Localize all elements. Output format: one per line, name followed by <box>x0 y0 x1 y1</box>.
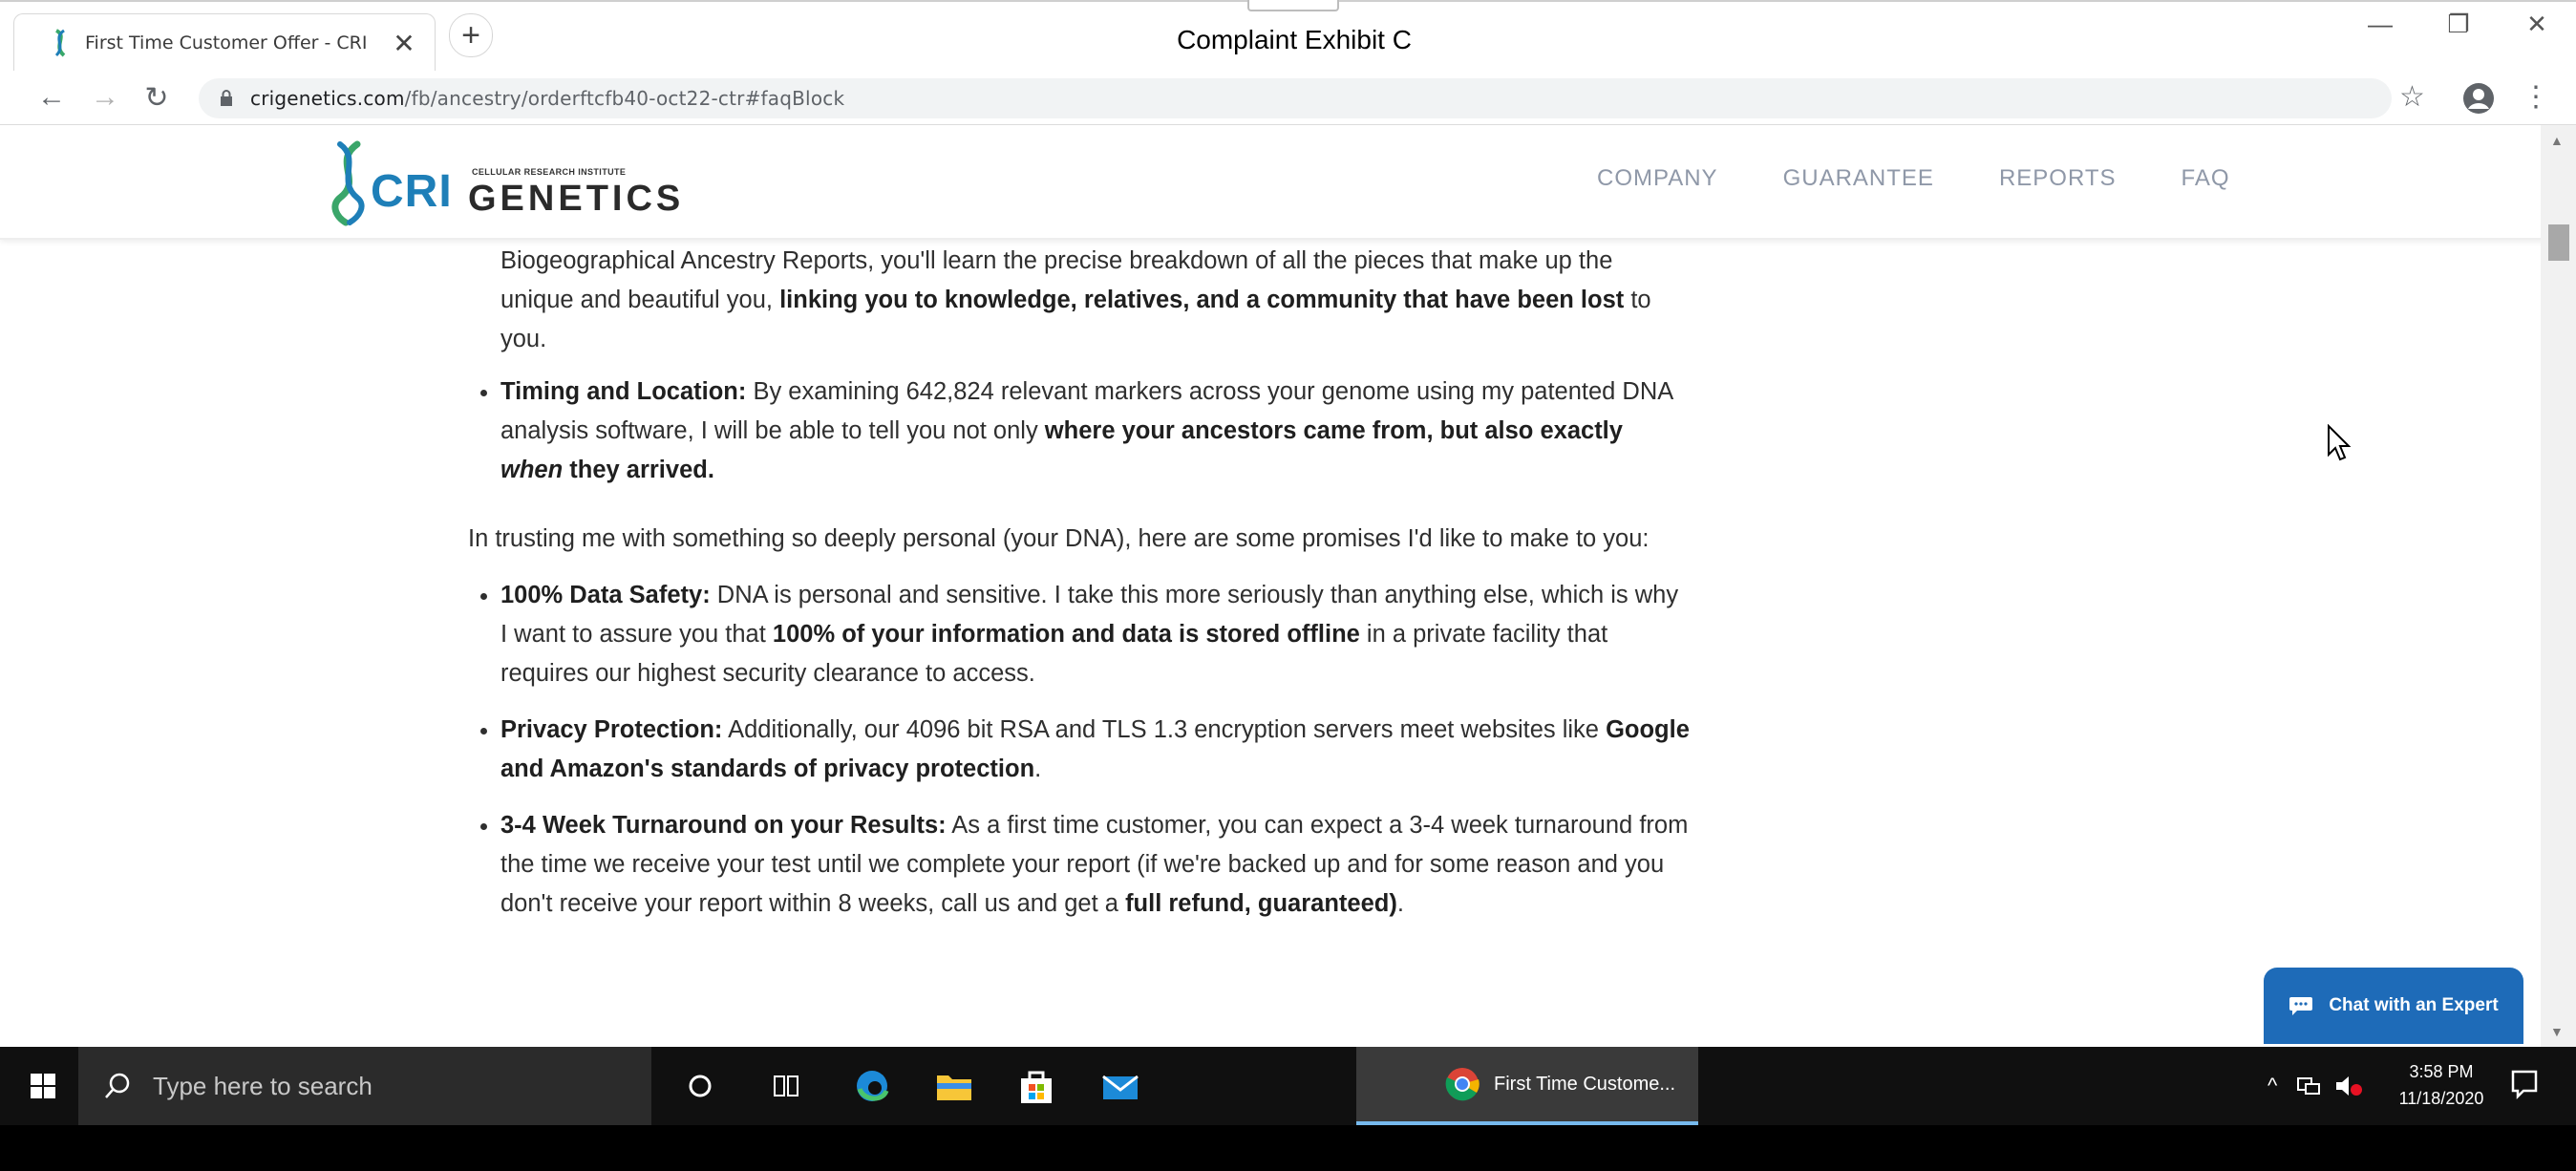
page-scrollbar[interactable]: ▲ ▼ <box>2541 125 2576 1047</box>
edge-browser-icon[interactable] <box>841 1047 904 1125</box>
dna-helix-icon <box>331 140 365 226</box>
new-tab-button[interactable]: + <box>449 13 493 57</box>
chat-with-expert-button[interactable]: Chat with an Expert <box>2264 968 2523 1044</box>
safety-bold: 100% of your information and data is sto… <box>772 621 1360 648</box>
tab-close-icon[interactable]: ✕ <box>389 26 419 60</box>
windows-taskbar: Type here to search First Time Custome..… <box>0 1047 2576 1125</box>
privacy-label: Privacy Protection: <box>500 716 723 743</box>
cri-favicon-icon <box>54 29 66 57</box>
task-view-icon[interactable] <box>755 1047 818 1125</box>
chrome-task-label: First Time Custome... <box>1494 1073 1676 1095</box>
logo-cri-text: CRI <box>371 166 453 217</box>
privacy-text-end: . <box>1034 756 1042 782</box>
taskbar-clock[interactable]: 3:58 PM 11/18/2020 <box>2384 1058 2499 1112</box>
promise-intro: In trusting me with something so deeply … <box>468 525 1650 552</box>
turnaround-label: 3-4 Week Turnaround on your Results: <box>500 812 947 839</box>
bookmark-star-icon[interactable]: ☆ <box>2399 80 2425 114</box>
scroll-up-arrow-icon[interactable]: ▲ <box>2550 133 2564 148</box>
privacy-text: Additionally, our 4096 bit RSA and TLS 1… <box>722 716 1607 743</box>
store-bag-icon <box>1021 1071 1052 1103</box>
site-header: CRI CELLULAR RESEARCH INSTITUTE GENETICS… <box>0 125 2560 240</box>
intro-bold: linking you to knowledge, relatives, and… <box>779 287 1625 313</box>
profile-avatar-icon[interactable] <box>2462 82 2495 115</box>
turnaround-text-end: . <box>1396 890 1404 917</box>
scrollbar-thumb[interactable] <box>2548 224 2569 261</box>
logo-genetics-text: GENETICS <box>468 179 685 219</box>
edge-logo-icon <box>857 1071 889 1101</box>
turnaround-bold: full refund, guaranteed) <box>1125 890 1397 917</box>
intro-paragraph: Biogeographical Ancestry Reports, you'll… <box>468 242 1691 359</box>
url-host: crigenetics.com <box>250 87 405 110</box>
timing-em: when <box>500 457 564 483</box>
reload-icon[interactable]: ↻ <box>136 76 178 118</box>
search-icon <box>105 1073 130 1098</box>
show-hidden-icons-icon[interactable]: ^ <box>2267 1074 2277 1098</box>
top-notch <box>1247 0 1339 11</box>
url-path: /fb/ancestry/orderftcfb40-oct22-ctr#faqB… <box>404 87 845 110</box>
list-item-turnaround: 3-4 Week Turnaround on your Results: As … <box>500 806 1691 924</box>
site-nav: COMPANY GUARANTEE REPORTS FAQ <box>1597 165 2295 192</box>
safety-label: 100% Data Safety: <box>500 582 711 608</box>
volume-muted-icon[interactable] <box>2334 1075 2363 1097</box>
lock-icon <box>221 90 232 106</box>
network-icon[interactable] <box>2296 1075 2321 1097</box>
restore-button[interactable]: ❐ <box>2419 0 2498 48</box>
nav-guarantee[interactable]: GUARANTEE <box>1783 165 1934 192</box>
clock-time: 3:58 PM <box>2409 1062 2474 1081</box>
taskbar-search-box[interactable]: Type here to search <box>78 1047 651 1125</box>
search-placeholder: Type here to search <box>153 1071 373 1100</box>
browser-toolbar: ← → ↻ crigenetics.com/fb/ancestry/orderf… <box>0 71 2576 125</box>
file-explorer-icon[interactable] <box>923 1047 986 1125</box>
windows-logo-icon <box>31 1074 55 1098</box>
system-tray: ^ <box>2254 1047 2363 1125</box>
clock-date: 11/18/2020 <box>2398 1089 2484 1108</box>
browser-tab-active[interactable]: First Time Customer Offer - CRI G ✕ <box>13 13 436 72</box>
microsoft-store-icon[interactable] <box>1005 1047 1068 1125</box>
nav-faq[interactable]: FAQ <box>2182 165 2230 192</box>
action-center-icon[interactable] <box>2510 1068 2539 1100</box>
chat-button-label: Chat with an Expert <box>2329 995 2499 1015</box>
windows-start-icon[interactable] <box>19 1047 67 1125</box>
list-item-timing: Timing and Location: By examining 642,82… <box>500 373 1691 490</box>
task-view-glyph-icon <box>774 1075 798 1096</box>
folder-icon <box>937 1075 971 1100</box>
timing-bold-text: where your ancestors came from, but also… <box>1044 417 1623 444</box>
cortana-icon[interactable] <box>669 1047 732 1125</box>
back-arrow-icon[interactable]: ← <box>31 76 73 118</box>
browser-menu-icon[interactable]: ⋮ <box>2522 80 2550 114</box>
screenshot: First Time Customer Offer - CRI G ✕ + Co… <box>0 0 2576 1171</box>
timing-bold-end: they arrived. <box>563 457 714 483</box>
logo-institute-text: CELLULAR RESEARCH INSTITUTE <box>472 167 627 177</box>
promises-list: 100% Data Safety: DNA is personal and se… <box>468 576 1691 924</box>
cortana-circle-icon <box>689 1075 712 1097</box>
chrome-taskbar-button[interactable]: First Time Custome... <box>1356 1047 1698 1125</box>
chat-bubble-icon <box>2289 997 2313 1015</box>
chrome-logo-icon <box>1445 1068 1480 1101</box>
url-text: crigenetics.com/fb/ancestry/orderftcfb40… <box>250 87 844 110</box>
mouse-cursor-icon <box>2328 424 2352 461</box>
timing-label: Timing and Location: <box>500 378 747 405</box>
address-bar[interactable]: crigenetics.com/fb/ancestry/orderftcfb40… <box>199 78 2392 118</box>
minimize-button[interactable]: — <box>2341 0 2419 48</box>
window-controls: — ❐ ✕ <box>2341 0 2576 48</box>
page-viewport: CRI CELLULAR RESEARCH INSTITUTE GENETICS… <box>0 125 2576 1047</box>
article-content: Biogeographical Ancestry Reports, you'll… <box>468 238 1691 924</box>
close-window-button[interactable]: ✕ <box>2498 0 2576 48</box>
features-list: Timing and Location: By examining 642,82… <box>468 373 1691 490</box>
scroll-down-arrow-icon[interactable]: ▼ <box>2550 1024 2564 1039</box>
tab-title: First Time Customer Offer - CRI G <box>85 32 372 53</box>
list-item-data-safety: 100% Data Safety: DNA is personal and se… <box>500 576 1691 693</box>
forward-arrow-icon[interactable]: → <box>84 76 126 118</box>
exhibit-label: Complaint Exhibit C <box>1177 25 1412 54</box>
cri-genetics-logo[interactable]: CRI CELLULAR RESEARCH INSTITUTE GENETICS <box>329 138 730 226</box>
mail-icon[interactable] <box>1089 1047 1152 1125</box>
list-item-privacy: Privacy Protection: Additionally, our 40… <box>500 711 1691 789</box>
mail-envelope-icon <box>1102 1075 1139 1099</box>
browser-tab-strip: First Time Customer Offer - CRI G ✕ + Co… <box>0 0 2576 72</box>
nav-company[interactable]: COMPANY <box>1597 165 1718 192</box>
nav-reports[interactable]: REPORTS <box>1999 165 2117 192</box>
